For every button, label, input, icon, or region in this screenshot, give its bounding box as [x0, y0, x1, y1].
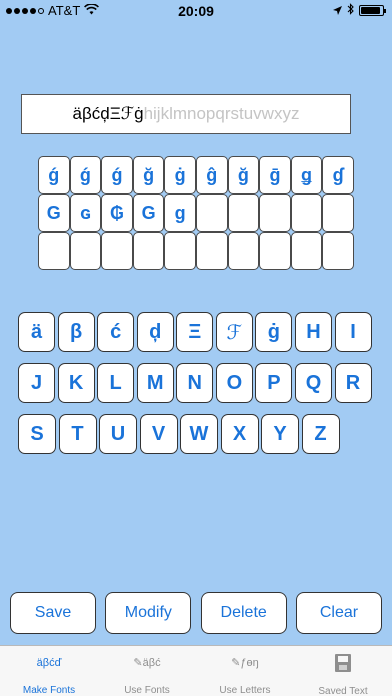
letter-key[interactable]: Q [294, 363, 332, 403]
status-bar: AT&T 20:09 [0, 0, 392, 22]
clear-button[interactable]: Clear [295, 592, 382, 634]
variant-cell[interactable]: ǥ [290, 156, 323, 194]
keyboard-row: STUVWXYZ [18, 414, 374, 454]
empty-variant-cell [195, 194, 228, 232]
letter-key[interactable]: ġ [255, 312, 293, 352]
make-fonts-icon: äβćď [36, 656, 62, 669]
letter-key[interactable]: R [334, 363, 372, 403]
save-button[interactable]: Save [10, 592, 96, 634]
variant-row [38, 232, 354, 270]
location-arrow-icon [333, 4, 342, 18]
preview-remaining-text: hijklmnopqrstuvwxyz [143, 104, 300, 123]
variant-row: ǵǵǵğġĝğḡǥɠ [38, 156, 354, 194]
empty-variant-cell [132, 232, 165, 270]
tab-label: Use Letters [219, 685, 271, 696]
preview-typed-text: äβćḑΞℱġ [72, 104, 144, 123]
letter-key[interactable]: X [220, 414, 259, 454]
letter-key[interactable]: H [294, 312, 332, 352]
empty-variant-cell [195, 232, 228, 270]
letter-key[interactable]: Y [261, 414, 299, 454]
letter-key[interactable]: ć [97, 312, 135, 352]
empty-variant-cell [101, 232, 133, 270]
status-right [333, 3, 386, 18]
tab-label: Make Fonts [22, 685, 76, 696]
use-fonts-icon: ✎äβć [133, 657, 161, 669]
variant-cell[interactable]: ǵ [69, 156, 102, 194]
letter-key[interactable]: S [18, 414, 56, 454]
empty-variant-cell [259, 232, 291, 270]
empty-variant-cell [322, 194, 354, 232]
empty-variant-cell [164, 232, 196, 270]
letter-key[interactable]: W [180, 414, 218, 454]
variant-cell[interactable]: ǵ [101, 156, 133, 194]
battery-icon [359, 5, 386, 16]
bluetooth-icon [347, 3, 354, 18]
letter-key[interactable]: N [176, 363, 214, 403]
tab-label: Use Fonts [124, 685, 170, 696]
letter-key[interactable]: L [97, 363, 135, 403]
empty-variant-cell [227, 194, 260, 232]
letter-key[interactable]: T [58, 414, 97, 454]
variant-row: Gɢ ₲ Gɡ [38, 194, 354, 232]
variant-grid: ǵ ǵ ǵ ğ ġ ĝ ğ ḡ ǥ ɠ Gɢ ₲ Gɡ [38, 156, 354, 270]
letter-key[interactable]: O [215, 363, 253, 403]
variant-cell[interactable]: ğ [227, 156, 260, 194]
keyboard-row: äβćḑΞℱġHI [18, 312, 374, 352]
letter-key[interactable]: I [334, 312, 372, 352]
modify-button[interactable]: Modify [105, 592, 192, 634]
variant-cell[interactable]: G [132, 194, 165, 232]
tab-use-fonts[interactable]: ✎äβć Use Fonts [98, 646, 196, 696]
variant-cell[interactable]: ḡ [259, 156, 291, 194]
delete-button[interactable]: Delete [200, 592, 287, 634]
letter-key[interactable]: Z [301, 414, 340, 454]
tab-use-letters[interactable]: ✎ƒɵŋ Use Letters [196, 646, 294, 696]
empty-variant-cell [290, 194, 323, 232]
variant-cell[interactable]: ₲ [101, 194, 133, 232]
empty-variant-cell [227, 232, 260, 270]
variant-cell[interactable]: ġ [164, 156, 196, 194]
letter-key[interactable]: P [255, 363, 293, 403]
letter-key[interactable]: U [99, 414, 137, 454]
empty-variant-cell [290, 232, 323, 270]
variant-cell[interactable]: ɢ [69, 194, 102, 232]
letter-key[interactable]: K [57, 363, 95, 403]
empty-variant-cell [259, 194, 291, 232]
tab-make-fonts[interactable]: äβćď Make Fonts [0, 646, 98, 696]
letter-key[interactable]: Ξ [176, 312, 214, 352]
empty-variant-cell [38, 232, 70, 270]
letter-keyboard: äβćḑΞℱġHI JKLMNOPQR STUVWXYZ [18, 312, 374, 465]
variant-cell[interactable]: G [38, 194, 70, 232]
letter-key[interactable]: ḑ [136, 312, 174, 352]
tab-saved-text[interactable]: Saved Text [294, 646, 392, 696]
letter-key[interactable]: β [57, 312, 95, 352]
action-buttons: Save Modify Delete Clear [10, 592, 382, 634]
variant-cell[interactable]: ǵ [38, 156, 70, 194]
letter-key[interactable]: V [139, 414, 178, 454]
letter-key[interactable]: ä [18, 312, 56, 352]
variant-cell[interactable]: ğ [132, 156, 165, 194]
empty-variant-cell [69, 232, 102, 270]
keyboard-row: JKLMNOPQR [18, 363, 374, 403]
battery-fill [361, 7, 380, 14]
variant-cell[interactable]: ĝ [195, 156, 228, 194]
font-preview: äβćḑΞℱġ hijklmnopqrstuvwxyz [21, 94, 351, 134]
tab-bar: äβćď Make Fonts ✎äβć Use Fonts ✎ƒɵŋ Use … [0, 645, 392, 696]
tab-label: Saved Text [318, 686, 368, 696]
use-letters-icon: ✎ƒɵŋ [231, 657, 259, 669]
letter-key[interactable]: M [136, 363, 174, 403]
variant-cell[interactable]: ɡ [164, 194, 196, 232]
empty-variant-cell [322, 232, 354, 270]
variant-cell[interactable]: ɠ [322, 156, 354, 194]
letter-key[interactable]: ℱ [215, 312, 253, 352]
letter-key[interactable]: J [18, 363, 56, 403]
floppy-disk-icon [335, 654, 351, 672]
